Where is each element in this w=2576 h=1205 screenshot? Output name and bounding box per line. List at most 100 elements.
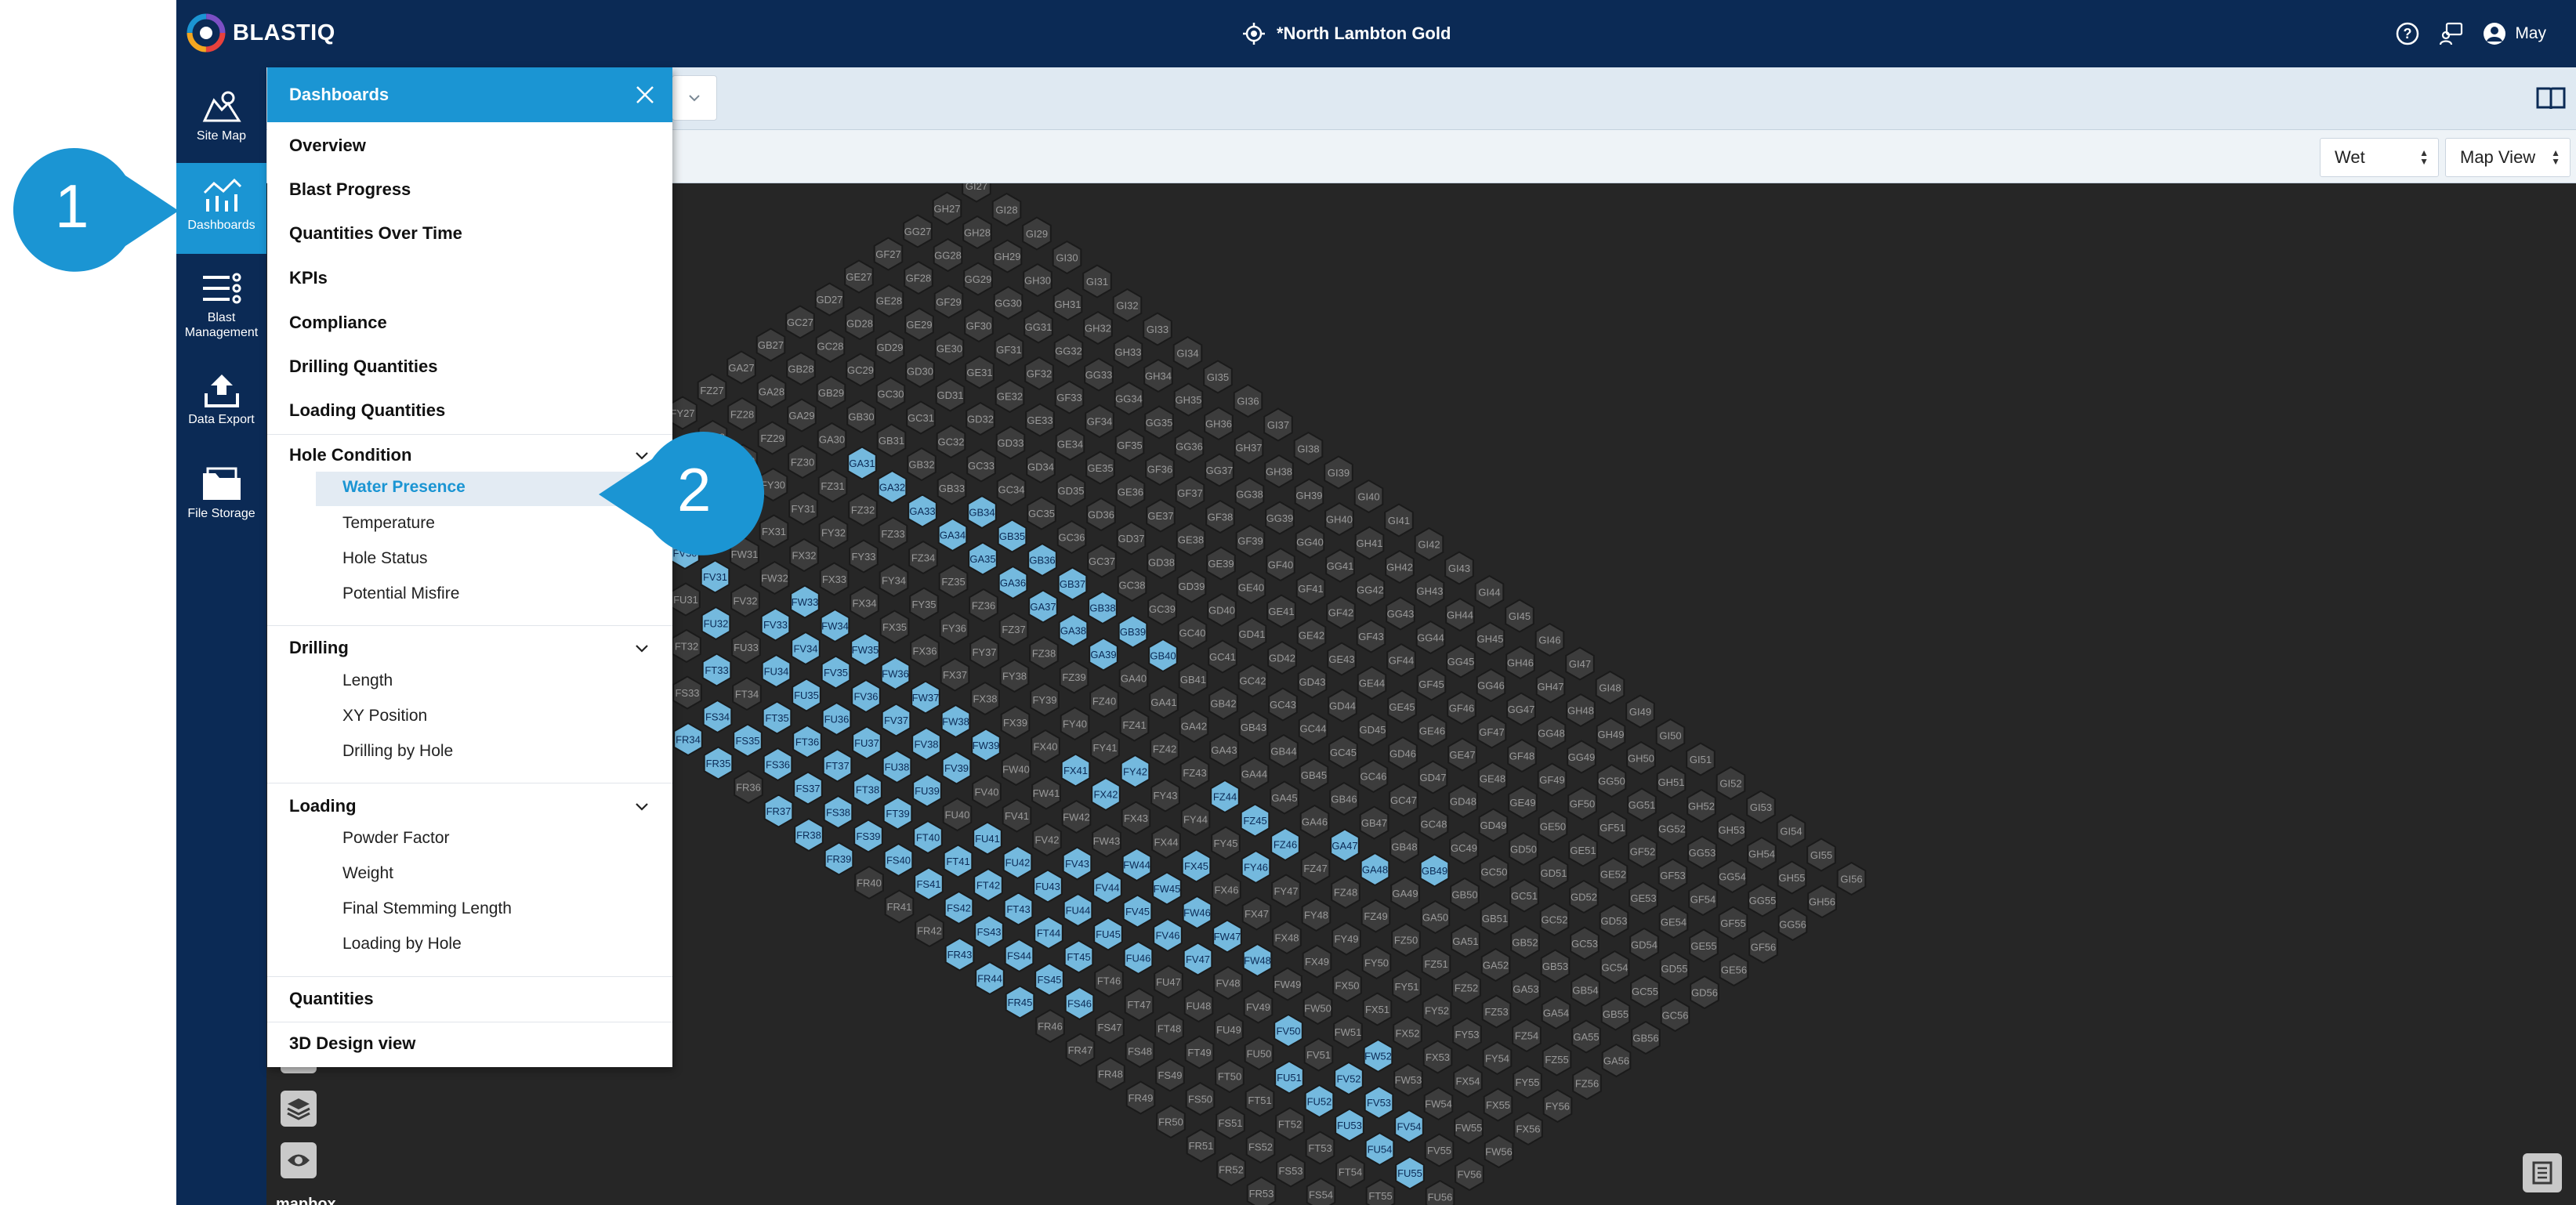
blast-hole-fr35[interactable]: FR35 bbox=[703, 746, 734, 780]
blast-hole-fs34[interactable]: FS34 bbox=[702, 699, 733, 734]
blast-hole-gf54[interactable]: GF54 bbox=[1688, 881, 1718, 917]
blast-hole-gh44[interactable]: GH44 bbox=[1445, 597, 1475, 632]
user-guide-button[interactable] bbox=[2534, 81, 2568, 116]
blast-hole-fz38[interactable]: FZ38 bbox=[1029, 635, 1059, 671]
blast-hole-ft42[interactable]: FT42 bbox=[973, 867, 1003, 903]
blast-hole-gi39[interactable]: GI39 bbox=[1324, 455, 1353, 490]
blast-hole-fx49[interactable]: FX49 bbox=[1302, 944, 1332, 979]
blast-hole-ft48[interactable]: FT48 bbox=[1154, 1011, 1184, 1046]
blast-hole-fz48[interactable]: FZ48 bbox=[1331, 874, 1360, 910]
blast-hole-fv43[interactable]: FV43 bbox=[1062, 846, 1092, 881]
blast-hole-fw52[interactable]: FW52 bbox=[1363, 1038, 1393, 1073]
blast-hole-fv36[interactable]: FV36 bbox=[851, 678, 881, 714]
blast-hole-fw39[interactable]: FW39 bbox=[971, 728, 1001, 762]
blast-hole-fz49[interactable]: FZ49 bbox=[1360, 899, 1391, 933]
blast-hole-fw48[interactable]: FW48 bbox=[1242, 943, 1273, 978]
blast-hole-fr51[interactable]: FR51 bbox=[1186, 1128, 1216, 1163]
blast-hole-gc52[interactable]: GC52 bbox=[1539, 902, 1570, 937]
blast-hole-gg40[interactable]: GG40 bbox=[1295, 524, 1325, 559]
blast-hole-ft41[interactable]: FT41 bbox=[943, 844, 973, 878]
blast-hole-gh49[interactable]: GH49 bbox=[1596, 717, 1626, 751]
blast-hole-ft47[interactable]: FT47 bbox=[1124, 987, 1154, 1022]
blast-hole-gf46[interactable]: GF46 bbox=[1447, 690, 1476, 726]
blast-hole-fu55[interactable]: FU55 bbox=[1395, 1156, 1425, 1190]
blast-hole-ga41[interactable]: GA41 bbox=[1149, 685, 1179, 719]
blast-hole-fy36[interactable]: FY36 bbox=[939, 610, 969, 646]
blast-hole-ga54[interactable]: GA54 bbox=[1541, 995, 1571, 1030]
blast-hole-gf51[interactable]: GF51 bbox=[1597, 810, 1628, 845]
blast-hole-fv56[interactable]: FV56 bbox=[1455, 1156, 1484, 1192]
blast-hole-gg52[interactable]: GG52 bbox=[1657, 811, 1687, 846]
blast-hole-fu47[interactable]: FU47 bbox=[1154, 964, 1183, 999]
blast-hole-fw44[interactable]: FW44 bbox=[1121, 847, 1152, 882]
blast-hole-fy56[interactable]: FY56 bbox=[1542, 1088, 1573, 1124]
blast-hole-fv45[interactable]: FV45 bbox=[1122, 894, 1153, 928]
blast-hole-fz37[interactable]: FZ37 bbox=[998, 612, 1029, 646]
blast-hole-fx55[interactable]: FX55 bbox=[1483, 1087, 1513, 1122]
blast-hole-fz35[interactable]: FZ35 bbox=[938, 564, 969, 599]
blast-hole-gg30[interactable]: GG30 bbox=[993, 285, 1024, 320]
chevron-down-icon[interactable] bbox=[635, 802, 649, 812]
blast-hole-gh41[interactable]: GH41 bbox=[1354, 526, 1385, 560]
blast-hole-gd49[interactable]: GD49 bbox=[1478, 808, 1509, 842]
blast-hole-gd44[interactable]: GD44 bbox=[1328, 688, 1357, 723]
visibility-button[interactable] bbox=[281, 1142, 317, 1178]
blast-hole-fw35[interactable]: FW35 bbox=[850, 632, 880, 667]
blast-hole-gi36[interactable]: GI36 bbox=[1233, 383, 1263, 418]
blast-hole-fw37[interactable]: FW37 bbox=[911, 680, 940, 715]
blast-hole-fy44[interactable]: FY44 bbox=[1180, 802, 1211, 837]
blast-hole-gi42[interactable]: GI42 bbox=[1414, 527, 1444, 562]
blast-hole-fz44[interactable]: FZ44 bbox=[1210, 779, 1240, 814]
blast-hole-gb49[interactable]: GB49 bbox=[1419, 853, 1450, 888]
blast-hole-gf43[interactable]: GF43 bbox=[1356, 619, 1386, 653]
blast-hole-gi50[interactable]: GI50 bbox=[1655, 718, 1686, 753]
blast-hole-fu53[interactable]: FU53 bbox=[1335, 1108, 1364, 1142]
blast-hole-gc29[interactable]: GC29 bbox=[846, 353, 875, 387]
blast-hole-fv50[interactable]: FV50 bbox=[1274, 1013, 1303, 1048]
blast-hole-fs54[interactable]: FS54 bbox=[1306, 1177, 1336, 1205]
blast-hole-fw56[interactable]: FW56 bbox=[1484, 1134, 1514, 1169]
blast-hole-ge50[interactable]: GE50 bbox=[1538, 809, 1568, 844]
blast-hole-ft37[interactable]: FT37 bbox=[822, 748, 853, 783]
blast-hole-gh29[interactable]: GH29 bbox=[992, 239, 1023, 273]
blast-hole-gi38[interactable]: GI38 bbox=[1293, 431, 1324, 466]
blast-hole-fu54[interactable]: FU54 bbox=[1364, 1131, 1395, 1167]
menu-hole-condition[interactable]: Hole Condition bbox=[289, 445, 411, 465]
blast-hole-fw55[interactable]: FW55 bbox=[1454, 1110, 1484, 1145]
blast-hole-fy53[interactable]: FY53 bbox=[1452, 1017, 1482, 1051]
blast-hole-fx46[interactable]: FX46 bbox=[1212, 872, 1241, 907]
blast-hole-gi54[interactable]: GI54 bbox=[1776, 813, 1806, 849]
blast-hole-gd35[interactable]: GD35 bbox=[1056, 473, 1086, 508]
blast-hole-fy27[interactable]: FY27 bbox=[668, 396, 697, 430]
blast-hole-gf27[interactable]: GF27 bbox=[873, 237, 904, 271]
blast-hole-gi44[interactable]: GI44 bbox=[1474, 574, 1505, 610]
blast-hole-fy45[interactable]: FY45 bbox=[1211, 826, 1241, 860]
blast-hole-gb37[interactable]: GB37 bbox=[1057, 566, 1088, 601]
blast-hole-gh52[interactable]: GH52 bbox=[1687, 788, 1716, 823]
blast-hole-gb54[interactable]: GB54 bbox=[1571, 972, 1600, 1008]
blast-hole-ga36[interactable]: GA36 bbox=[998, 565, 1028, 600]
blast-hole-fw49[interactable]: FW49 bbox=[1273, 967, 1302, 1001]
blast-hole-ga30[interactable]: GA30 bbox=[817, 422, 847, 457]
blast-hole-gb53[interactable]: GB53 bbox=[1540, 949, 1571, 983]
blast-hole-fu41[interactable]: FU41 bbox=[973, 821, 1002, 856]
blast-hole-fw33[interactable]: FW33 bbox=[790, 584, 820, 619]
blast-hole-gg36[interactable]: GG36 bbox=[1174, 429, 1205, 464]
blast-hole-ga35[interactable]: GA35 bbox=[968, 541, 998, 576]
blast-hole-gb30[interactable]: GB30 bbox=[846, 399, 876, 434]
blast-hole-fu32[interactable]: FU32 bbox=[701, 606, 731, 641]
blast-hole-gb42[interactable]: GB42 bbox=[1208, 686, 1238, 721]
blast-hole-ft45[interactable]: FT45 bbox=[1063, 939, 1094, 974]
blast-hole-fz34[interactable]: FZ34 bbox=[908, 540, 938, 575]
blast-hole-gh28[interactable]: GH28 bbox=[962, 215, 992, 250]
blast-hole-gd38[interactable]: GD38 bbox=[1147, 545, 1176, 580]
blast-hole-fu42[interactable]: FU42 bbox=[1002, 845, 1033, 880]
blast-hole-gc56[interactable]: GC56 bbox=[1660, 997, 1690, 1033]
submenu-xy-position[interactable]: XY Position bbox=[342, 707, 427, 726]
blast-hole-fy35[interactable]: FY35 bbox=[909, 587, 939, 621]
blast-hole-gh42[interactable]: GH42 bbox=[1385, 549, 1415, 584]
blast-hole-fw41[interactable]: FW41 bbox=[1031, 776, 1061, 810]
blast-hole-fz33[interactable]: FZ33 bbox=[878, 516, 908, 551]
blast-hole-gb31[interactable]: GB31 bbox=[876, 423, 907, 458]
blast-hole-gb47[interactable]: GB47 bbox=[1359, 805, 1389, 840]
